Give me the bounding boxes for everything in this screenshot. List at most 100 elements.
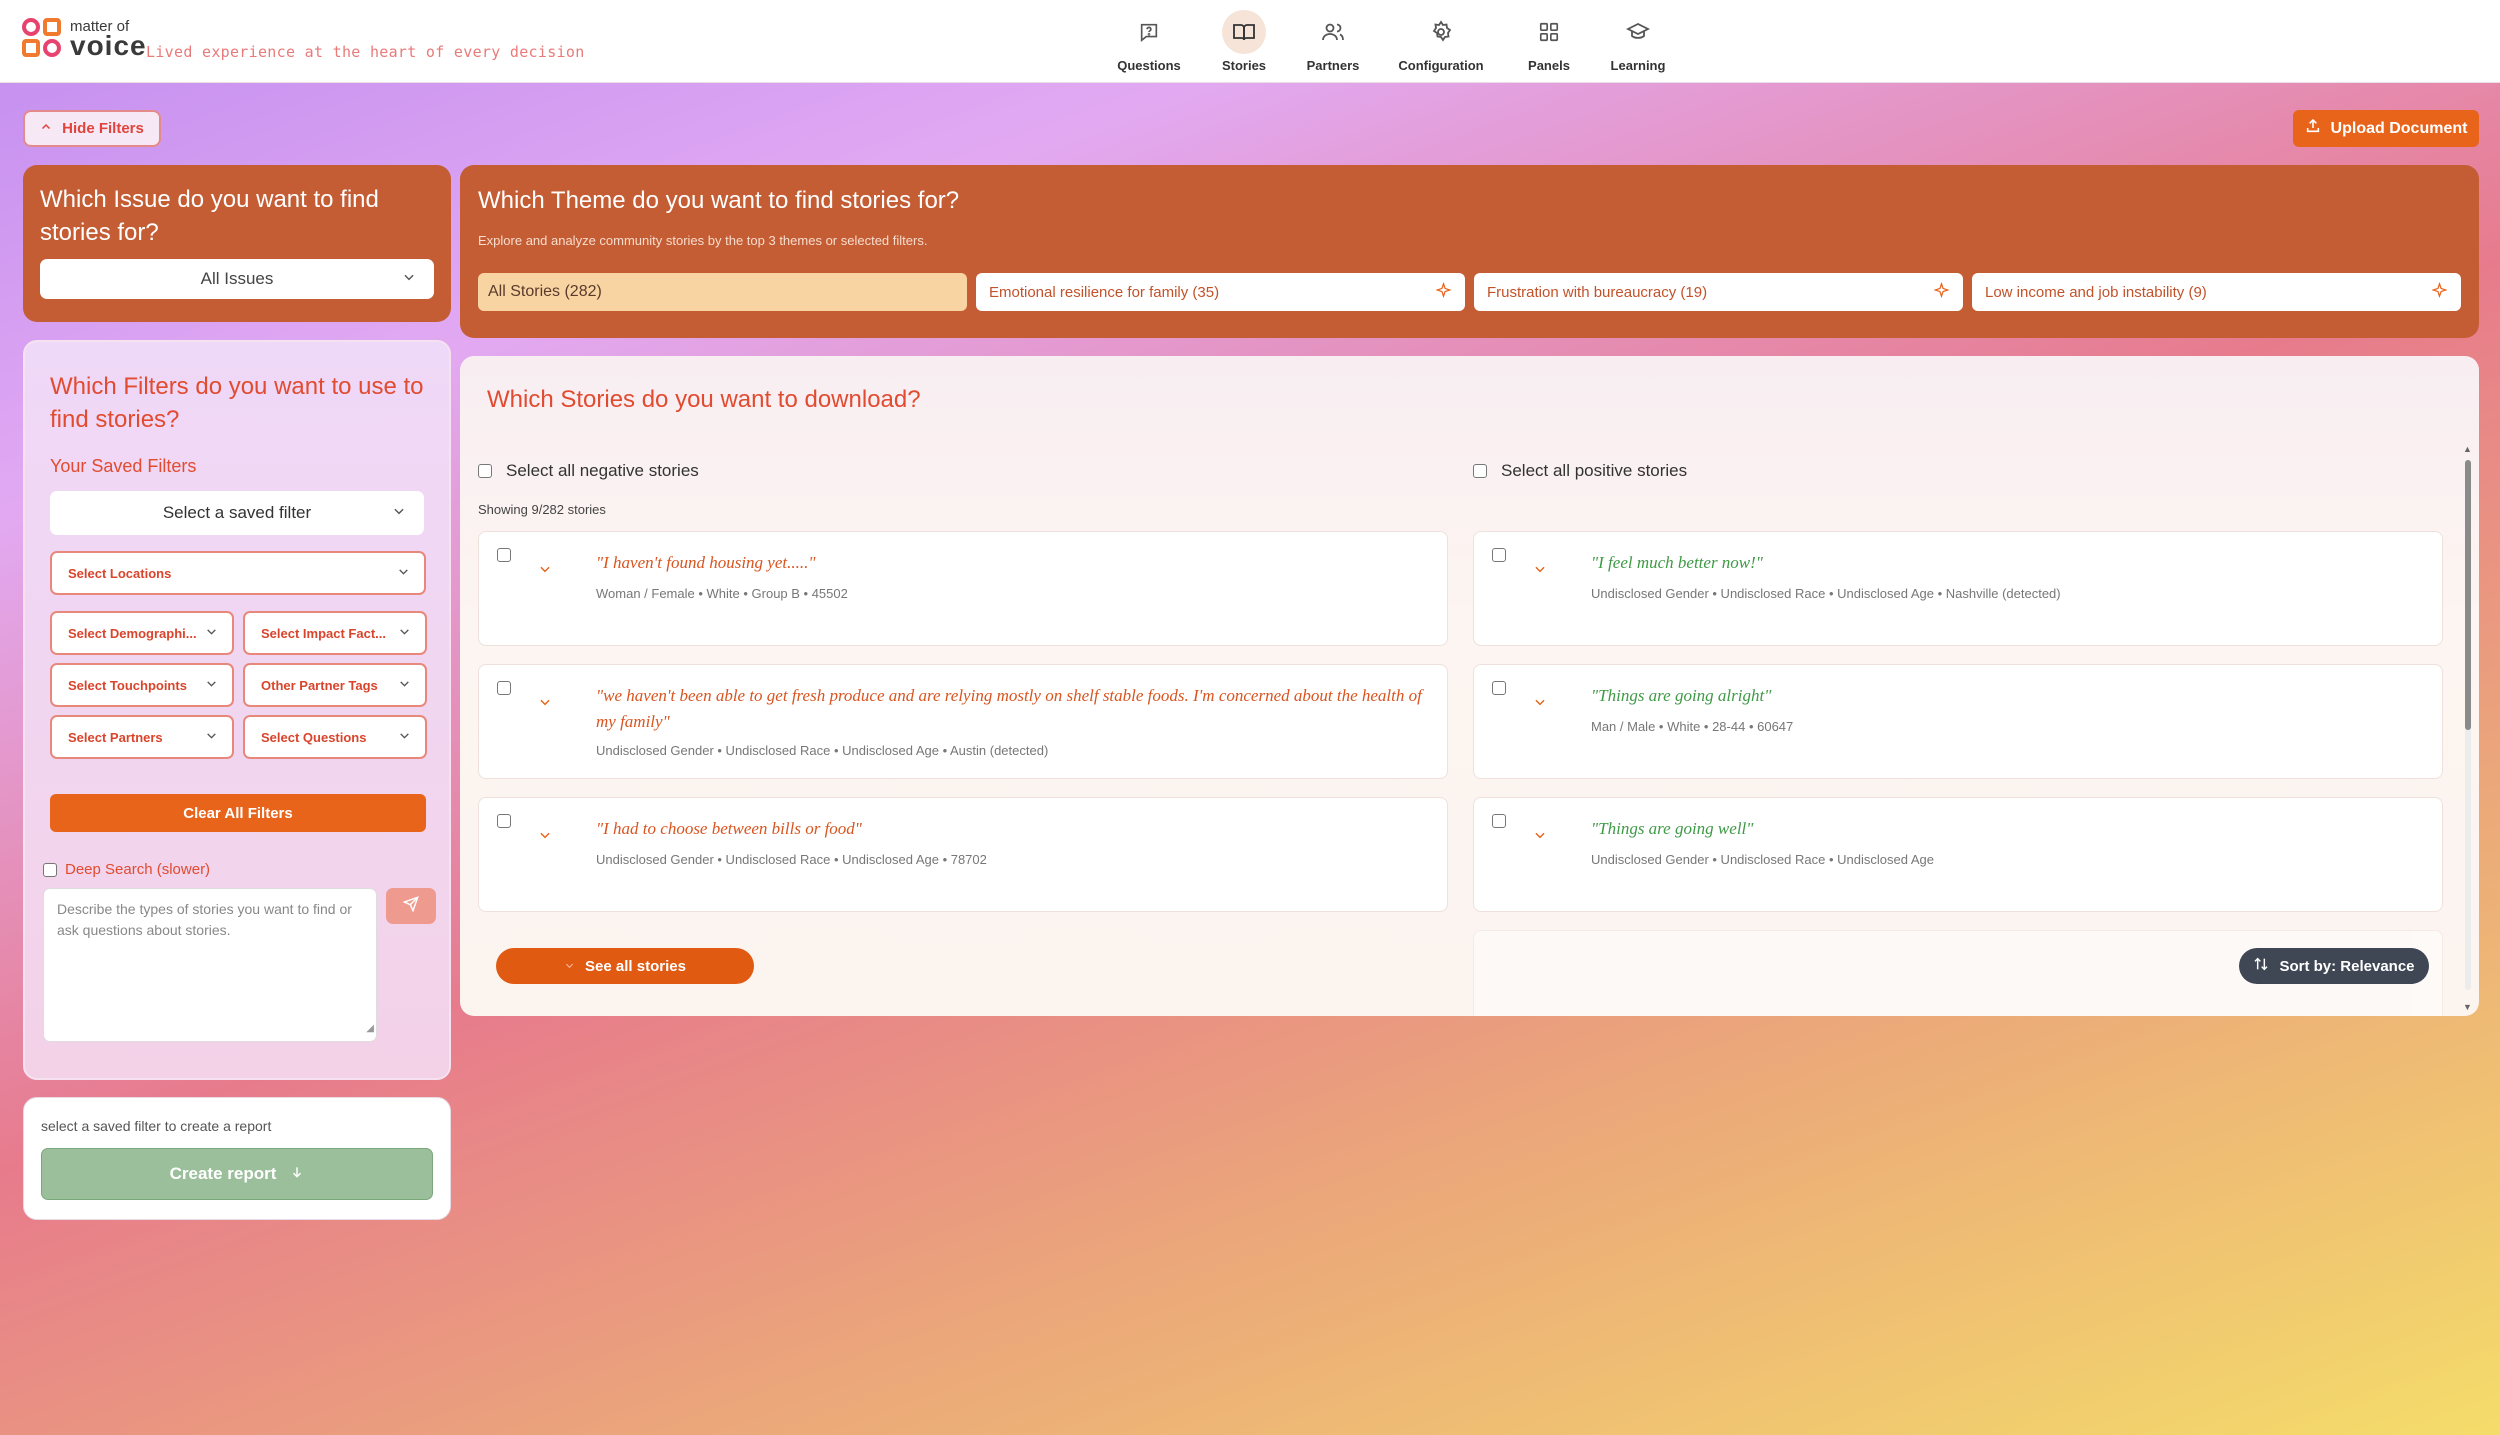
impact-factors-select[interactable]: Select Impact Fact... <box>243 611 427 655</box>
question-icon <box>1127 10 1171 54</box>
story-checkbox[interactable] <box>497 548 511 562</box>
nav-item-panels[interactable]: Panels <box>1516 10 1582 73</box>
saved-filter-select[interactable]: Select a saved filter <box>50 491 424 535</box>
sort-button[interactable]: Sort by: Relevance <box>2239 948 2429 984</box>
story-meta: Woman / Female • White • Group B • 45502 <box>596 586 848 601</box>
nav-item-partners[interactable]: Partners <box>1300 10 1366 73</box>
send-button[interactable] <box>386 888 436 924</box>
upload-document-button[interactable]: Upload Document <box>2293 110 2479 147</box>
chevron-down-icon <box>398 677 411 693</box>
chevron-down-icon <box>205 677 218 693</box>
chevron-down-icon[interactable] <box>1533 828 1547 845</box>
issue-select-value: All Issues <box>200 269 274 288</box>
locations-select[interactable]: Select Locations <box>50 551 426 595</box>
story-checkbox[interactable] <box>497 814 511 828</box>
chevron-down-icon <box>402 269 416 289</box>
questions-select[interactable]: Select Questions <box>243 715 427 759</box>
demographics-select-label: Select Demographi... <box>68 625 197 641</box>
scroll-down-icon[interactable]: ▼ <box>2463 1002 2472 1012</box>
partner-tags-select-label: Other Partner Tags <box>261 677 378 693</box>
story-checkbox[interactable] <box>1492 814 1506 828</box>
select-all-negative-checkbox[interactable] <box>478 464 492 478</box>
partner-tags-select[interactable]: Other Partner Tags <box>243 663 427 707</box>
gear-icon <box>1419 10 1463 54</box>
sparkle-icon[interactable] <box>1933 281 1950 302</box>
filters-panel-title: Which Filters do you want to use to find… <box>50 373 424 433</box>
theme-chip-emotional-resilience[interactable]: Emotional resilience for family (35) <box>976 273 1465 311</box>
theme-chips: All Stories (282) Emotional resilience f… <box>478 273 2461 311</box>
see-all-stories-button[interactable]: See all stories <box>496 948 754 984</box>
chevron-down-icon[interactable] <box>1533 695 1547 712</box>
stories-scrollbar[interactable]: ▲ ▼ <box>2463 444 2473 1012</box>
story-quote: "I feel much better now!" <box>1591 553 1763 572</box>
saved-filters-label: Your Saved Filters <box>50 456 197 476</box>
sort-label: Sort by: Relevance <box>2279 957 2415 975</box>
clear-all-filters-button[interactable]: Clear All Filters <box>50 794 426 832</box>
story-quote: "I had to choose between bills or food" <box>596 819 862 838</box>
theme-panel: Which Theme do you want to find stories … <box>460 165 2479 338</box>
story-quote: "Things are going alright" <box>1591 686 1772 705</box>
theme-chip-low-income[interactable]: Low income and job instability (9) <box>1972 273 2461 311</box>
brand-logo[interactable]: matter of voice <box>22 18 147 60</box>
deep-search-row: Deep Search (slower) <box>43 861 424 878</box>
story-card-negative[interactable]: "I had to choose between bills or food" … <box>478 797 1448 912</box>
story-card-positive[interactable]: "I feel much better now!" Undisclosed Ge… <box>1473 531 2443 646</box>
story-card-negative[interactable]: "we haven't been able to get fresh produ… <box>478 664 1448 779</box>
theme-chip-frustration-bureaucracy[interactable]: Frustration with bureaucracy (19) <box>1474 273 1963 311</box>
hide-filters-label: Hide Filters <box>62 120 144 137</box>
chevron-down-icon <box>205 729 218 745</box>
chevron-down-icon[interactable] <box>538 562 552 579</box>
nav-item-configuration[interactable]: Configuration <box>1366 10 1516 73</box>
story-search-textarea[interactable]: Describe the types of stories you want t… <box>43 888 377 1042</box>
partners-select[interactable]: Select Partners <box>50 715 234 759</box>
story-card-negative[interactable]: "I haven't found housing yet....." Woman… <box>478 531 1448 646</box>
ask-row: Describe the types of stories you want t… <box>43 888 436 1042</box>
story-card-positive[interactable]: "Things are going well" Undisclosed Gend… <box>1473 797 2443 912</box>
deep-search-checkbox[interactable] <box>43 862 57 877</box>
select-all-positive-checkbox[interactable] <box>1473 464 1487 478</box>
chevron-down-icon <box>397 565 410 581</box>
theme-chip-all-stories[interactable]: All Stories (282) <box>478 273 967 311</box>
chevron-down-icon[interactable] <box>538 828 552 845</box>
filter-select-grid: Select Demographi... Select Impact Fact.… <box>50 611 427 759</box>
nav-item-stories[interactable]: Stories <box>1188 10 1300 73</box>
nav-item-learning[interactable]: Learning <box>1582 10 1694 73</box>
chevron-down-icon <box>564 958 575 975</box>
report-panel: select a saved filter to create a report… <box>23 1097 451 1220</box>
story-quote: "Things are going well" <box>1591 819 1754 838</box>
filters-panel: Which Filters do you want to use to find… <box>23 340 451 1080</box>
chevron-down-icon[interactable] <box>538 695 552 712</box>
nav-label: Stories <box>1221 58 1267 73</box>
chevron-down-icon <box>398 729 411 745</box>
story-card-positive[interactable]: "Things are going alright" Man / Male • … <box>1473 664 2443 779</box>
theme-chip-label: Frustration with bureaucracy (19) <box>1487 283 1708 301</box>
upload-document-label: Upload Document <box>2330 119 2468 137</box>
stories-panel-title: Which Stories do you want to download? <box>487 386 921 413</box>
touchpoints-select[interactable]: Select Touchpoints <box>50 663 234 707</box>
issue-panel-title: Which Issue do you want to find stories … <box>40 186 379 246</box>
scroll-up-icon[interactable]: ▲ <box>2463 444 2472 454</box>
graduation-cap-icon <box>1616 10 1660 54</box>
demographics-select[interactable]: Select Demographi... <box>50 611 234 655</box>
chevron-down-icon[interactable] <box>1533 562 1547 579</box>
sparkle-icon[interactable] <box>2431 281 2448 302</box>
nav-item-questions[interactable]: Questions <box>1110 10 1188 73</box>
arrow-down-icon <box>290 1164 304 1184</box>
story-checkbox[interactable] <box>1492 548 1506 562</box>
theme-chip-label: All Stories (282) <box>488 283 602 300</box>
create-report-button[interactable]: Create report <box>41 1148 433 1200</box>
issue-select[interactable]: All Issues <box>40 259 434 299</box>
resize-grip-icon[interactable]: ◢ <box>366 1018 374 1039</box>
sparkle-icon[interactable] <box>1435 281 1452 302</box>
story-meta: Undisclosed Gender • Undisclosed Race • … <box>596 852 987 867</box>
chevron-down-icon <box>398 625 411 641</box>
scrollbar-thumb[interactable] <box>2465 460 2471 730</box>
theme-chip-label: Low income and job instability (9) <box>1985 283 2207 301</box>
story-checkbox[interactable] <box>1492 681 1506 695</box>
chevron-down-icon <box>392 503 406 523</box>
story-checkbox[interactable] <box>497 681 511 695</box>
story-meta: Undisclosed Gender • Undisclosed Race • … <box>596 743 1049 758</box>
hide-filters-button[interactable]: Hide Filters <box>23 110 161 147</box>
stories-panel: Which Stories do you want to download? S… <box>460 356 2479 1016</box>
top-navigation-bar: matter of voice Lived experience at the … <box>0 0 2500 83</box>
